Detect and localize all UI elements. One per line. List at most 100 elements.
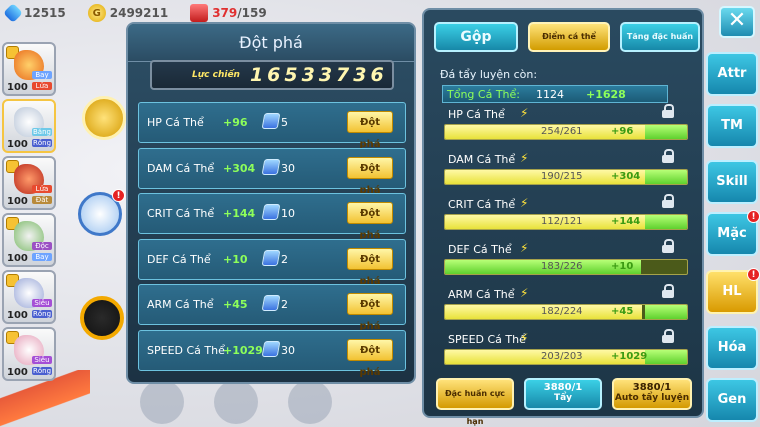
lightning-icon: ⚡ xyxy=(520,196,529,210)
stat-progress-bar: 183/226 +10 xyxy=(444,259,688,275)
pokemon-level: 100 xyxy=(7,196,28,207)
pokemon-list: Bay Lửa 100 Băng Rồng 100 Lửa Đất 100 Độ… xyxy=(2,42,58,384)
total-bonus: +1628 xyxy=(585,87,626,101)
type-tag: Siêu xyxy=(32,299,52,307)
tab-individual-points[interactable]: Điểm cá thể xyxy=(528,22,610,52)
pokemon-level: 100 xyxy=(7,139,28,150)
ticket-icon xyxy=(261,113,281,129)
lock-bag-icon[interactable]: ! xyxy=(78,189,125,236)
pokemon-slot[interactable]: Băng Rồng 100 xyxy=(2,99,56,153)
stat-label: CRIT Cá Thể xyxy=(147,207,215,220)
stat-bonus: +45 xyxy=(223,298,248,311)
wash-button[interactable]: 3880/1 Tẩy xyxy=(524,378,602,410)
pokeball-icon[interactable] xyxy=(80,296,124,340)
lightning-icon: ⚡ xyxy=(520,331,529,345)
alert-badge: ! xyxy=(747,268,760,281)
stat-progress-bar: 203/203 +1029 xyxy=(444,349,688,365)
tab-merge[interactable]: Gộp xyxy=(434,22,518,52)
breakthrough-row: HP Cá Thể +96 5 Đột phá xyxy=(138,102,406,150)
lock-icon[interactable] xyxy=(662,149,674,163)
breakthrough-button[interactable]: Đột phá xyxy=(347,247,393,287)
pokemon-level: 100 xyxy=(7,367,28,378)
stat-label: SPEED Cá Thể xyxy=(147,343,225,357)
coin-icon: G xyxy=(87,4,106,22)
energy-current: 379 xyxy=(212,6,238,20)
stat-bonus: +304 xyxy=(223,161,256,175)
gem-counter: 12515 xyxy=(0,3,66,23)
stat-name: CRIT Cá Thể xyxy=(448,198,516,211)
item-count: 2 xyxy=(281,298,288,311)
stat-name: ARM Cá Thể xyxy=(448,288,515,301)
tab-attr[interactable]: Attr xyxy=(706,52,758,96)
auto-wash-button[interactable]: 3880/1 Auto tẩy luyện xyxy=(612,378,692,410)
stat-bonus: +96 xyxy=(223,116,248,129)
close-button[interactable]: ✕ xyxy=(719,6,755,38)
breakthrough-row: ARM Cá Thể +45 2 Đột phá xyxy=(138,284,406,332)
shortcut-icon xyxy=(288,380,332,424)
stat-row: HP Cá Thể ⚡ 254/261 +96 xyxy=(440,104,688,152)
bonus-segment xyxy=(645,170,687,184)
lock-icon[interactable] xyxy=(662,329,674,343)
tab-skill[interactable]: Skill xyxy=(706,160,758,204)
total-label: Tổng Cá Thể: xyxy=(447,87,520,101)
combat-power-box: Lực chiến 16533736 xyxy=(150,60,394,90)
tab-tm[interactable]: TM xyxy=(706,104,758,148)
pokemon-level: 100 xyxy=(7,82,28,93)
stat-fraction: 183/226 xyxy=(541,261,583,272)
breakthrough-button[interactable]: Đột phá xyxy=(347,293,393,332)
tab-special-training[interactable]: Tăng đặc huấn xyxy=(620,22,700,52)
training-panel: Gộp Điểm cá thể Tăng đặc huấn Đá tẩy luy… xyxy=(422,8,704,426)
tab-costume[interactable]: Mặc ! xyxy=(706,210,760,256)
stat-row: DAM Cá Thể ⚡ 190/215 +304 xyxy=(440,149,688,197)
type-tag: Đất xyxy=(32,196,52,204)
tab-hl[interactable]: HL ! xyxy=(706,268,760,314)
shortcut-icon xyxy=(140,380,184,424)
lock-icon[interactable] xyxy=(662,284,674,298)
stat-bonus: +144 xyxy=(223,207,256,220)
breakthrough-button[interactable]: Đột phá xyxy=(347,338,393,378)
stat-label: DEF Cá Thể xyxy=(147,252,211,266)
pokemon-level: 100 xyxy=(7,310,28,321)
stat-bonus: +144 xyxy=(611,216,641,227)
type-tag: Bay xyxy=(32,71,52,79)
pokemon-slot[interactable]: Siêu Rồng 100 xyxy=(2,270,56,324)
breakthrough-panel: Đột phá Lực chiến 16533736 HP Cá Thể +96… xyxy=(126,22,416,384)
ticket-icon xyxy=(261,340,281,357)
tab-gen[interactable]: Gen xyxy=(706,378,758,422)
type-tag: Lửa xyxy=(32,185,52,193)
stat-bonus: +304 xyxy=(611,171,641,182)
stat-label: ARM Cá Thể xyxy=(147,298,214,311)
stat-row: DEF Cá Thể ⚡ 183/226 +10 xyxy=(440,239,688,287)
lock-icon[interactable] xyxy=(662,239,674,253)
tab-hl-label: HL xyxy=(722,284,742,299)
item-bag-icon[interactable] xyxy=(82,96,126,140)
pokemon-slot[interactable]: Lửa Đất 100 xyxy=(2,156,56,210)
stat-bonus: +10 xyxy=(223,252,248,266)
pokemon-slot[interactable]: Siêu Rồng 100 xyxy=(2,327,56,381)
pokemon-slot[interactable]: Độc Bay 100 xyxy=(2,213,56,267)
combat-power-value: 16533736 xyxy=(249,64,388,86)
stat-progress-bar: 112/121 +144 xyxy=(444,214,688,230)
breakthrough-button[interactable]: Đột phá xyxy=(347,202,393,241)
tab-transform[interactable]: Hóa xyxy=(706,326,758,370)
wash-count: 3880/1 xyxy=(543,382,583,393)
stat-name: HP Cá Thể xyxy=(448,108,505,121)
type-tag: Rồng xyxy=(32,367,52,375)
type-tag: Lửa xyxy=(32,82,52,90)
combat-power-label: Lực chiến xyxy=(192,70,240,80)
pokemon-slot[interactable]: Bay Lửa 100 xyxy=(2,42,56,96)
special-limit-button[interactable]: Đặc huấn cực hạn xyxy=(436,378,514,426)
ticket-icon xyxy=(261,295,281,311)
breakthrough-button[interactable]: Đột phá xyxy=(347,111,393,150)
stat-bonus: +1029 xyxy=(223,343,263,357)
lightning-icon: ⚡ xyxy=(520,106,529,120)
total-value: 1124 xyxy=(535,87,564,101)
stat-bonus: +45 xyxy=(611,306,634,317)
auto-wash-count: 3880/1 xyxy=(632,382,672,393)
breakthrough-button[interactable]: Đột phá xyxy=(347,156,393,196)
gem-icon xyxy=(3,3,23,23)
lock-icon[interactable] xyxy=(662,194,674,208)
total-individual-bar: Tổng Cá Thể: 1124 +1628 xyxy=(442,85,668,103)
lock-icon[interactable] xyxy=(662,104,674,118)
bonus-segment xyxy=(645,215,687,229)
